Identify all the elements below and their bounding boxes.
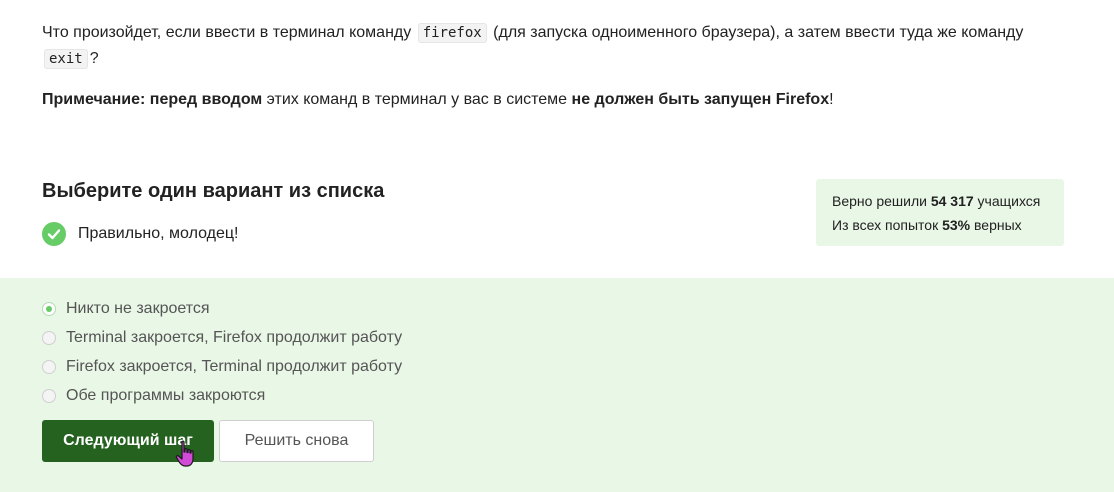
option-item[interactable]: Обе программы закроются [42, 381, 402, 410]
note-paragraph: Примечание: перед вводом этих команд в т… [42, 87, 1082, 113]
hand-cursor-icon [175, 440, 194, 467]
stats-solved-suffix: учащихся [977, 193, 1041, 209]
option-item[interactable]: Никто не закроется [42, 294, 402, 323]
retry-button[interactable]: Решить снова [219, 420, 374, 462]
stats-attempts-percent: 53% [942, 217, 971, 233]
radio-icon[interactable] [42, 330, 56, 345]
feedback-correct: Правильно, молодец! [42, 222, 238, 246]
feedback-text: Правильно, молодец! [78, 225, 239, 242]
stats-attempts-prefix: Из всех попыток [832, 217, 939, 233]
note-bold-warning: не должен быть запущен Firefox [571, 91, 830, 108]
option-label: Никто не закроется [66, 299, 210, 317]
code-exit: exit [44, 49, 88, 69]
question-text: Что произойдет, если ввести в терминал к… [42, 20, 1082, 113]
choose-title: Выберите один вариант из списка [42, 180, 385, 202]
question-text-part: (для запуска одноименного браузера), а з… [493, 24, 1024, 41]
stats-solved: Верно решили 54 317 учащихся [832, 189, 1048, 213]
stats-solved-prefix: Верно решили [832, 193, 927, 209]
question-text-part: Что произойдет, если ввести в терминал к… [42, 24, 412, 41]
option-label: Terminal закроется, Firefox продолжит ра… [66, 328, 403, 346]
answer-area: Никто не закроется Terminal закроется, F… [0, 278, 1114, 492]
check-circle-icon [42, 222, 66, 246]
note-bold: Примечание: перед вводом [42, 91, 263, 108]
option-item[interactable]: Terminal закроется, Firefox продолжит ра… [42, 323, 402, 352]
question-text-part: ? [89, 50, 99, 67]
note-text: этих команд в терминал у вас в системе [266, 91, 568, 108]
radio-icon[interactable] [42, 388, 56, 403]
question-paragraph: Что произойдет, если ввести в терминал к… [42, 20, 1082, 72]
option-label: Firefox закроется, Terminal продолжит ра… [66, 357, 403, 375]
options-list: Никто не закроется Terminal закроется, F… [42, 294, 402, 410]
note-text: ! [829, 91, 834, 108]
radio-icon[interactable] [42, 359, 56, 374]
stats-box: Верно решили 54 317 учащихся Из всех поп… [816, 179, 1064, 246]
quiz-step: Что произойдет, если ввести в терминал к… [0, 0, 1114, 492]
radio-checked-icon[interactable] [42, 301, 56, 316]
code-firefox: firefox [417, 23, 487, 43]
option-item[interactable]: Firefox закроется, Terminal продолжит ра… [42, 352, 402, 381]
stats-attempts: Из всех попыток 53% верных [832, 213, 1048, 237]
stats-solved-count: 54 317 [930, 193, 974, 209]
stats-attempts-suffix: верных [974, 217, 1022, 233]
option-label: Обе программы закроются [66, 386, 266, 404]
